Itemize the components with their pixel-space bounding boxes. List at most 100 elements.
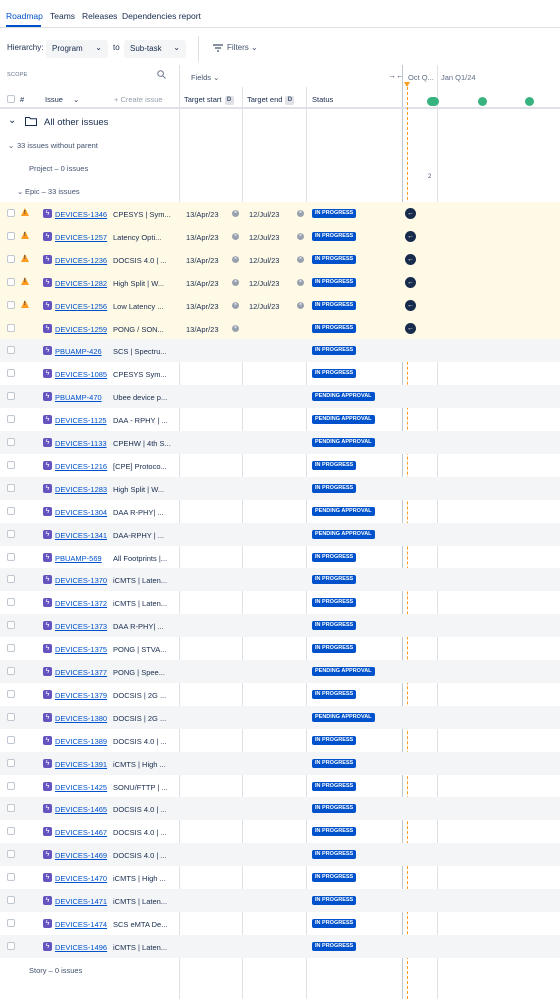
row-checkbox[interactable] (7, 392, 15, 401)
issue-summary[interactable]: iCMTS | High ... (113, 760, 176, 769)
issue-key-link[interactable]: DEVICES-1341 (55, 531, 107, 540)
status-badge[interactable]: IN PROGRESS (312, 781, 357, 791)
arrow-left-icon[interactable]: ← (405, 299, 416, 311)
select-all-checkbox[interactable] (7, 95, 15, 103)
issue-summary[interactable]: [CPE] Protoco... (113, 462, 176, 471)
issue-key-link[interactable]: DEVICES-1496 (55, 943, 107, 952)
table-row[interactable]: ϟ DEVICES-1085 CPESYS Sym... IN PROGRESS (0, 362, 560, 385)
warning-icon[interactable] (21, 299, 29, 308)
issue-key-link[interactable]: DEVICES-1257 (55, 233, 107, 242)
clear-icon[interactable]: × (232, 278, 239, 286)
target-start-value[interactable]: 13/Apr/23 (186, 210, 219, 219)
issue-summary[interactable]: iCMTS | High ... (113, 874, 176, 883)
issue-summary[interactable]: DOCSIS | 2G ... (113, 714, 176, 723)
clear-icon[interactable]: × (232, 210, 239, 217)
tab-dependencies-report[interactable]: Dependencies report (122, 11, 201, 21)
create-issue-button[interactable]: + Create issue (114, 95, 163, 104)
row-checkbox[interactable] (7, 598, 15, 607)
row-checkbox[interactable] (7, 712, 15, 721)
status-badge[interactable]: IN PROGRESS (312, 483, 357, 493)
issue-key-link[interactable]: DEVICES-1370 (55, 576, 107, 585)
issue-summary[interactable]: SONU/FTTP | ... (113, 783, 176, 792)
issue-summary[interactable]: iCMTS | Laten... (113, 599, 176, 608)
warning-icon[interactable] (21, 276, 29, 285)
table-row[interactable]: ϟ DEVICES-1341 DAA-RPHY | ... PENDING APPRO… (0, 522, 560, 546)
table-row[interactable]: ϟ DEVICES-1133 CPEHW | 4th S... PENDING APP… (0, 431, 560, 454)
issues-without-parent-row[interactable]: ⌄ 33 issues without parent (0, 134, 180, 156)
status-badge[interactable]: IN PROGRESS (312, 209, 357, 218)
target-start-value[interactable]: 13/Apr/23 (186, 233, 219, 242)
row-checkbox[interactable] (7, 552, 15, 561)
project-group-row[interactable]: Project – 0 issues (0, 157, 180, 179)
table-row[interactable]: ϟ DEVICES-1380 DOCSIS | 2G ... PENDING APPR… (0, 705, 560, 729)
status-badge[interactable]: IN PROGRESS (312, 231, 357, 241)
table-row[interactable]: ϟ DEVICES-1375 PONG | STVA... IN PROGRESS (0, 637, 560, 660)
row-checkbox[interactable] (7, 254, 15, 263)
issue-key-link[interactable]: DEVICES-1389 (55, 737, 107, 746)
target-start-value[interactable]: 13/Apr/23 (186, 302, 219, 311)
issue-key-link[interactable]: DEVICES-1282 (55, 279, 107, 288)
row-checkbox[interactable] (7, 209, 15, 217)
row-checkbox[interactable] (7, 483, 15, 492)
issue-summary[interactable]: Latency Opti... (113, 233, 176, 242)
table-row[interactable]: ϟDEVICES-1236 DOCSIS 4.0 | ... 13/Apr/23 × 1… (0, 247, 560, 271)
row-checkbox[interactable] (7, 438, 15, 446)
status-badge[interactable]: IN PROGRESS (312, 896, 357, 905)
issue-summary[interactable]: DAA-RPHY | ... (113, 531, 176, 540)
issue-key-link[interactable]: PBUAMP-569 (55, 554, 102, 563)
issue-summary[interactable]: PONG | Spee... (113, 668, 176, 677)
table-row[interactable]: ϟ DEVICES-1391 iCMTS | High ... IN PROGRESS (0, 751, 560, 775)
issue-key-link[interactable]: DEVICES-1469 (55, 851, 107, 860)
table-row[interactable]: ϟ DEVICES-1389 DOCSIS 4.0 | ... IN PROGRESS (0, 729, 560, 752)
issue-summary[interactable]: iCMTS | Laten... (113, 943, 176, 952)
table-row[interactable]: ϟ DEVICES-1259 PONG / SON... 13/Apr/23 × IN P… (0, 316, 560, 340)
status-badge[interactable]: IN PROGRESS (312, 369, 357, 379)
issue-key-link[interactable]: DEVICES-1304 (55, 508, 107, 517)
clear-icon[interactable]: × (297, 278, 304, 286)
row-checkbox[interactable] (7, 827, 15, 836)
issue-key-link[interactable]: DEVICES-1391 (55, 760, 107, 769)
issue-key-link[interactable]: DEVICES-1125 (55, 416, 107, 425)
issue-summary[interactable]: PONG | STVA... (113, 645, 176, 654)
row-checkbox[interactable] (7, 300, 15, 309)
row-checkbox[interactable] (7, 689, 15, 698)
hierarchy-to-select[interactable]: Sub-task ⌄ (124, 40, 186, 58)
arrow-left-icon[interactable]: ← (405, 208, 416, 219)
row-checkbox[interactable] (7, 896, 15, 904)
milestone-marker[interactable] (427, 97, 439, 106)
table-row[interactable]: ϟ DEVICES-1379 DOCSIS | 2G ... IN PROGRESS (0, 683, 560, 706)
arrow-left-icon[interactable]: ← (405, 253, 416, 265)
issue-summary[interactable]: High Split | W... (113, 485, 176, 494)
arrow-left-icon[interactable]: ← (405, 276, 416, 288)
table-row[interactable]: ϟ DEVICES-1216 [CPE] Protoco... IN PROGRESS (0, 454, 560, 477)
issue-summary[interactable]: iCMTS | Laten... (113, 576, 176, 585)
table-row[interactable]: ϟ DEVICES-1370 iCMTS | Laten... IN PROGRESS (0, 568, 560, 592)
status-badge[interactable]: IN PROGRESS (312, 918, 357, 928)
issue-key-link[interactable]: DEVICES-1372 (55, 599, 107, 608)
row-checkbox[interactable] (7, 346, 15, 355)
issue-key-link[interactable]: DEVICES-1467 (55, 828, 107, 837)
target-start-value[interactable]: 13/Apr/23 (186, 325, 219, 334)
status-badge[interactable]: IN PROGRESS (312, 598, 357, 608)
issue-summary[interactable]: All Footprints |... (113, 554, 176, 563)
issue-summary[interactable]: DOCSIS 4.0 | ... (113, 851, 176, 860)
table-row[interactable]: ϟ DEVICES-1465 DOCSIS 4.0 | ... IN PROGRESS (0, 797, 560, 821)
clear-icon[interactable]: × (232, 301, 239, 309)
status-badge[interactable]: IN PROGRESS (312, 850, 357, 860)
filters-button[interactable]: Filters ⌄ (213, 43, 258, 52)
issue-summary[interactable]: Low Latency ... (113, 302, 176, 311)
issue-key-link[interactable]: DEVICES-1471 (55, 897, 107, 906)
status-badge[interactable]: IN PROGRESS (312, 254, 357, 264)
row-checkbox[interactable] (7, 415, 15, 424)
row-checkbox[interactable] (7, 804, 15, 813)
status-badge[interactable]: IN PROGRESS (312, 460, 357, 470)
clear-icon[interactable]: × (297, 210, 304, 217)
target-end-value[interactable]: 12/Jul/23 (249, 279, 279, 288)
milestone-marker[interactable] (525, 97, 534, 106)
issue-summary[interactable]: DOCSIS 4.0 | ... (113, 805, 176, 814)
row-checkbox[interactable] (7, 460, 15, 469)
row-checkbox[interactable] (7, 277, 15, 286)
row-checkbox[interactable] (7, 231, 15, 240)
chevron-down-icon[interactable]: ⌄ (8, 115, 16, 126)
issue-summary[interactable]: CPESYS Sym... (113, 370, 176, 379)
